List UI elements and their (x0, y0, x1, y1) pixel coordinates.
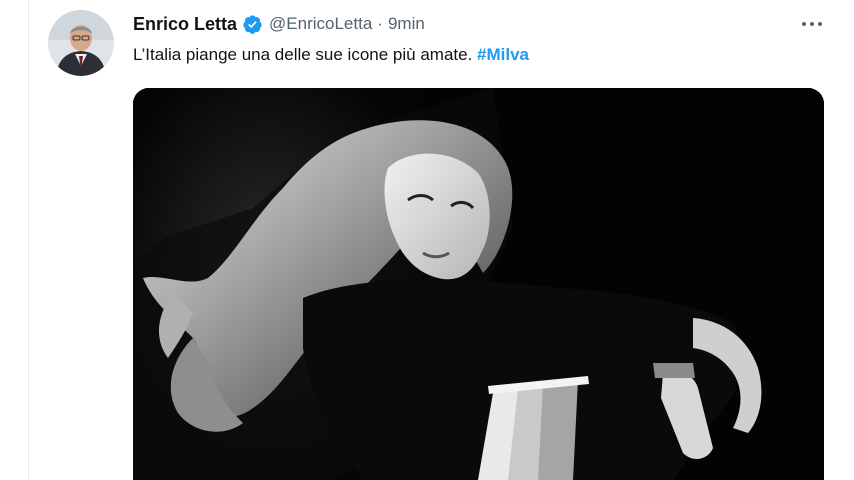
tweet-text: L’Italia piange una delle sue icone più … (133, 45, 529, 65)
timeline-divider (28, 0, 29, 480)
tweet-header: Enrico Letta @EnricoLetta · 9min (133, 12, 425, 36)
verified-badge-icon (242, 14, 263, 35)
more-horizontal-icon (802, 22, 822, 26)
avatar-photo (48, 10, 114, 76)
hashtag-link[interactable]: #Milva (477, 45, 529, 64)
tweet-photo[interactable] (133, 88, 824, 480)
tweet-timestamp[interactable]: 9min (388, 14, 425, 34)
tweet-card[interactable]: Enrico Letta @EnricoLetta · 9min L’Itali… (0, 0, 854, 480)
author-handle[interactable]: @EnricoLetta (269, 14, 372, 34)
photo-image (133, 88, 824, 480)
author-avatar[interactable] (48, 10, 114, 76)
author-name[interactable]: Enrico Letta (133, 14, 237, 35)
tweet-body: L’Italia piange una delle sue icone più … (133, 45, 478, 64)
header-separator: · (377, 14, 383, 33)
more-options-button[interactable] (792, 8, 832, 40)
